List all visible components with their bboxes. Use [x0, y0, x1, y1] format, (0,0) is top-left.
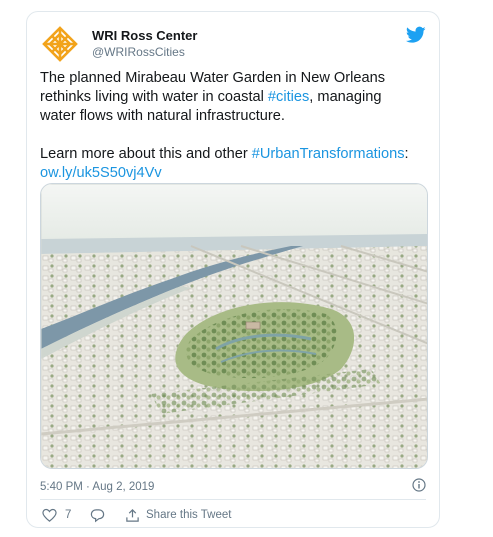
aerial-rendering-image [41, 184, 427, 468]
author-block[interactable]: WRI Ross Center @WRIRossCities [92, 27, 197, 60]
tweet-text-line: Learn more about this and other [40, 146, 252, 162]
share-button[interactable]: Share this Tweet [125, 506, 231, 524]
share-label: Share this Tweet [146, 509, 232, 521]
wri-logo-icon [40, 24, 80, 64]
share-upload-icon [126, 508, 139, 522]
divider [40, 499, 426, 500]
tweet-timestamp[interactable]: 5:40 PM · Aug 2, 2019 [40, 479, 154, 495]
tweet-text-line: rethinks living with water in coastal [40, 89, 268, 105]
user-handle[interactable]: @WRIRossCities [92, 44, 197, 60]
display-name[interactable]: WRI Ross Center [92, 27, 197, 44]
hashtag-urbantransformations-link[interactable]: #UrbanTransformations [252, 146, 405, 162]
short-url-link[interactable]: ow.ly/uk5S50vj4Vv [40, 165, 162, 181]
tweet-text-line: The planned Mirabeau Water Garden in New… [40, 70, 386, 86]
tweet-header: WRI Ross Center @WRIRossCities [40, 24, 426, 64]
hashtag-cities-link[interactable]: #cities [268, 89, 309, 105]
twitter-bird-icon[interactable] [406, 26, 426, 44]
like-button[interactable]: 7 [42, 506, 71, 524]
like-count: 7 [65, 509, 72, 521]
info-icon[interactable] [412, 478, 426, 492]
tweet-text-line: water flows with natural infrastructure. [40, 108, 285, 124]
tweet-actions: 7 Share this Tweet [40, 506, 428, 524]
avatar[interactable] [40, 24, 80, 64]
tweet-text: The planned Mirabeau Water Garden in New… [40, 69, 428, 183]
tweet-text-line: : [404, 146, 409, 162]
reply-button[interactable] [90, 506, 105, 524]
tweet-text-line: , managing [309, 89, 382, 105]
tweet-media-image[interactable] [40, 183, 428, 469]
embedded-tweet-card: WRI Ross Center @WRIRossCities The plann… [26, 11, 440, 528]
reply-bubble-icon [90, 508, 105, 522]
heart-icon [42, 508, 57, 522]
